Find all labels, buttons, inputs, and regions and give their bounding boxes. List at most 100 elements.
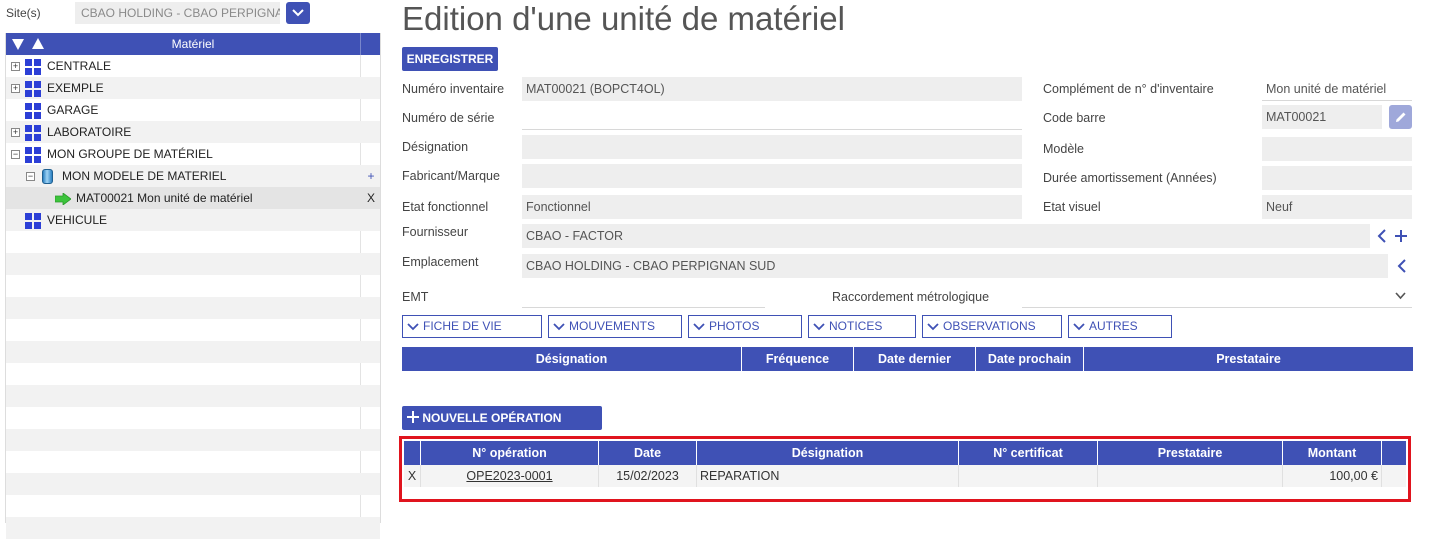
- emt-label: EMT: [402, 290, 429, 304]
- chevron-down-icon: [1395, 292, 1406, 300]
- column-header[interactable]: Date prochain: [976, 347, 1084, 371]
- numero-serie-field[interactable]: [522, 106, 1022, 130]
- emplacement-field[interactable]: CBAO HOLDING - CBAO PERPIGNAN SUD: [522, 254, 1388, 278]
- column-header[interactable]: N° certificat: [959, 441, 1098, 465]
- expand-all-icon[interactable]: [32, 38, 44, 49]
- tree-item-label: GARAGE: [47, 103, 99, 117]
- grid-icon: [25, 81, 41, 97]
- chevron-left-icon[interactable]: [1377, 229, 1387, 243]
- edit-barcode-button[interactable]: [1389, 105, 1412, 129]
- schedule-table-header: Désignation Fréquence Date dernier Date …: [402, 347, 1413, 371]
- tab-label: NOTICES: [829, 319, 883, 333]
- code-barre-label: Code barre: [1043, 111, 1106, 125]
- code-barre-field[interactable]: MAT00021: [1262, 105, 1382, 129]
- save-button[interactable]: ENREGISTRER: [402, 47, 498, 71]
- raccordement-select[interactable]: [1022, 284, 1412, 308]
- site-dropdown-button[interactable]: [286, 2, 310, 24]
- column-header[interactable]: N° opération: [421, 441, 599, 465]
- grid-icon: [25, 213, 41, 229]
- site-select[interactable]: CBAO HOLDING - CBAO PERPIGNA: [75, 2, 280, 24]
- emt-field[interactable]: [522, 284, 765, 308]
- operations-table-header: N° opération Date Désignation N° certifi…: [404, 441, 1406, 465]
- tree-item-label: MON GROUPE DE MATÉRIEL: [47, 147, 213, 161]
- operation-montant: 100,00 €: [1283, 465, 1382, 487]
- table-row: X OPE2023-0001 15/02/2023 REPARATION 100…: [404, 465, 1406, 487]
- tab-label: FICHE DE VIE: [423, 319, 502, 333]
- etat-visuel-field[interactable]: Neuf: [1262, 195, 1412, 219]
- designation-field[interactable]: [522, 135, 1022, 159]
- raccordement-label: Raccordement métrologique: [832, 290, 990, 304]
- operation-prestataire: [1098, 465, 1283, 487]
- tree-item-label: VEHICULE: [47, 213, 108, 227]
- tree-item-exemple[interactable]: + EXEMPLE: [6, 77, 380, 99]
- tree-item-mat00021[interactable]: MAT00021 Mon unité de matériel X: [6, 187, 380, 209]
- grid-icon: [25, 125, 41, 141]
- collapse-icon[interactable]: −: [11, 150, 20, 159]
- column-header[interactable]: Désignation: [402, 347, 742, 371]
- tree-item-centrale[interactable]: + CENTRALE: [6, 55, 380, 77]
- collapse-icon[interactable]: −: [26, 172, 35, 181]
- fabricant-field[interactable]: [522, 164, 1022, 188]
- designation-label: Désignation: [402, 140, 469, 154]
- chevron-down-icon: [407, 323, 419, 331]
- delete-row-button[interactable]: X: [404, 465, 421, 487]
- duree-label: Durée amortissement (Années): [1043, 171, 1217, 185]
- numero-inventaire-label: Numéro inventaire: [402, 82, 505, 96]
- tab-autres[interactable]: AUTRES: [1068, 315, 1172, 338]
- collapse-all-icon[interactable]: [12, 39, 24, 50]
- tree-item-label: MAT00021 Mon unité de matériel: [76, 191, 253, 205]
- column-header[interactable]: Date: [599, 441, 697, 465]
- column-header[interactable]: Fréquence: [742, 347, 854, 371]
- tree-item-mon-groupe[interactable]: − MON GROUPE DE MATÉRIEL: [6, 143, 380, 165]
- etat-fonctionnel-label: Etat fonctionnel: [402, 200, 489, 214]
- tab-photos[interactable]: PHOTOS: [688, 315, 802, 338]
- operation-number-link[interactable]: OPE2023-0001: [421, 465, 599, 487]
- grid-icon: [25, 59, 41, 75]
- pencil-icon: [1395, 112, 1405, 122]
- new-operation-button[interactable]: NOUVELLE OPÉRATION: [402, 406, 602, 430]
- chevron-down-icon: [927, 323, 939, 331]
- delete-unit-button[interactable]: X: [364, 187, 378, 209]
- column-header[interactable]: Prestataire: [1084, 347, 1413, 371]
- fournisseur-label: Fournisseur: [402, 225, 468, 239]
- numero-inventaire-field[interactable]: MAT00021 (BOPCT4OL): [522, 77, 1022, 101]
- expand-icon[interactable]: +: [11, 62, 20, 71]
- add-unit-button[interactable]: +: [364, 165, 378, 187]
- tree-item-label: MON MODELE DE MATERIEL: [62, 169, 227, 183]
- operation-designation: REPARATION: [697, 465, 959, 487]
- column-header[interactable]: Montant: [1283, 441, 1382, 465]
- tree-item-garage[interactable]: GARAGE: [6, 99, 380, 121]
- tab-fiche-de-vie[interactable]: FICHE DE VIE: [402, 315, 542, 338]
- tree-item-laboratoire[interactable]: + LABORATOIRE: [6, 121, 380, 143]
- chevron-down-icon: [292, 9, 304, 17]
- numero-serie-label: Numéro de série: [402, 111, 495, 125]
- column-header[interactable]: Prestataire: [1098, 441, 1283, 465]
- tab-mouvements[interactable]: MOUVEMENTS: [548, 315, 682, 338]
- tab-observations[interactable]: OBSERVATIONS: [922, 315, 1062, 338]
- complement-label: Complément de n° d'inventaire: [1043, 82, 1214, 96]
- plus-icon: [407, 411, 419, 423]
- chevron-down-icon: [553, 323, 565, 331]
- expand-icon[interactable]: +: [11, 128, 20, 137]
- expand-icon[interactable]: +: [11, 84, 20, 93]
- tab-label: OBSERVATIONS: [943, 319, 1036, 333]
- tab-label: AUTRES: [1089, 319, 1138, 333]
- tree-item-vehicule[interactable]: VEHICULE: [6, 209, 380, 231]
- chevron-left-icon[interactable]: [1397, 259, 1407, 273]
- duree-field[interactable]: [1262, 166, 1412, 190]
- fabricant-label: Fabricant/Marque: [402, 169, 500, 183]
- column-header[interactable]: Date dernier: [854, 347, 976, 371]
- chevron-down-icon: [693, 323, 705, 331]
- operation-date: 15/02/2023: [599, 465, 697, 487]
- chevron-down-icon: [813, 323, 825, 331]
- tab-notices[interactable]: NOTICES: [808, 315, 916, 338]
- column-header[interactable]: Désignation: [697, 441, 959, 465]
- etat-fonctionnel-field[interactable]: Fonctionnel: [522, 195, 1022, 219]
- fournisseur-field[interactable]: CBAO - FACTOR: [522, 224, 1370, 248]
- grid-icon: [25, 103, 41, 119]
- modele-field[interactable]: [1262, 137, 1412, 161]
- tree-item-mon-modele[interactable]: − MON MODELE DE MATERIEL +: [6, 165, 380, 187]
- complement-field[interactable]: Mon unité de matériel: [1262, 77, 1412, 101]
- tree-item-label: CENTRALE: [47, 59, 112, 73]
- plus-icon[interactable]: [1394, 229, 1408, 243]
